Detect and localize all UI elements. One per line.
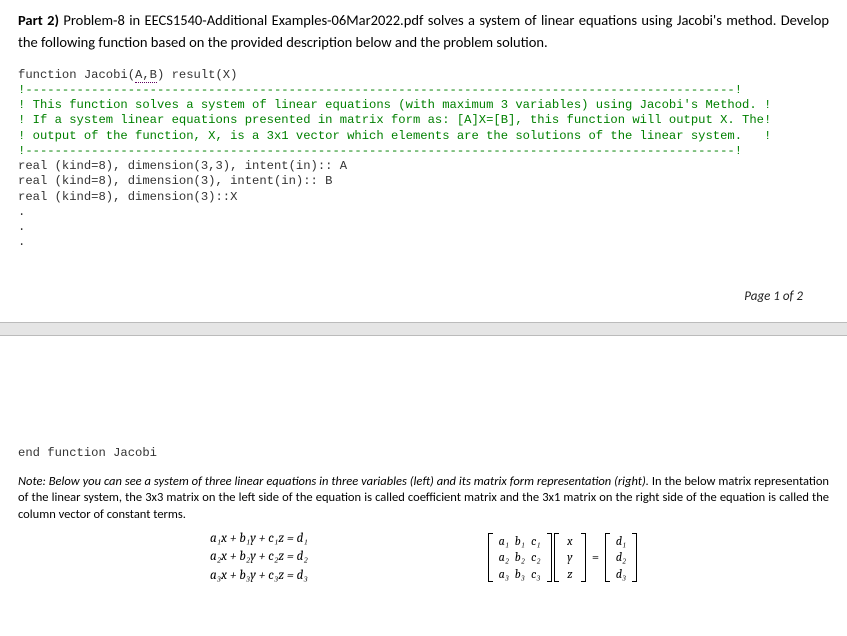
variable-vector: x y z bbox=[554, 533, 586, 582]
constant-vector: d₁ d₂ d₃ bbox=[605, 533, 637, 582]
note-italic-part: Note: Below you can see a system of thre… bbox=[18, 474, 649, 489]
comment-line-3: ! output of the function, X, is a 3x1 ve… bbox=[18, 129, 771, 143]
equation-row: a₁x + b₁y + c₁z = d₁ a₂x + b₂y + c₂z = d… bbox=[18, 530, 829, 585]
comment-line-2: ! If a system linear equations presented… bbox=[18, 113, 771, 127]
note-paragraph: Note: Below you can see a system of thre… bbox=[18, 474, 829, 525]
page-number: Page 1 of 2 bbox=[18, 251, 829, 304]
code-listing: function Jacobi(A,B) result(X) !--------… bbox=[18, 68, 829, 251]
part-label: Part 2) bbox=[18, 11, 59, 29]
bracket-right-icon bbox=[547, 533, 552, 582]
page-separator bbox=[0, 322, 847, 336]
coefficient-matrix: a₁b₁c₁ a₂b₂c₂ a₃b₃c₃ bbox=[488, 533, 552, 582]
linear-system-plain: a₁x + b₁y + c₁z = d₁ a₂x + b₂y + c₂z = d… bbox=[210, 530, 308, 585]
page-2-content: end function Jacobi Note: Below you can … bbox=[0, 336, 847, 585]
declaration-line: real (kind=8), dimension(3), intent(in):… bbox=[18, 174, 333, 188]
comment-divider: !---------------------------------------… bbox=[18, 83, 742, 97]
equation-line: a₁x + b₁y + c₁z = d₁ bbox=[210, 530, 308, 548]
ellipsis-dot: . bbox=[18, 205, 25, 219]
bracket-right-icon bbox=[632, 533, 637, 582]
bracket-right-icon bbox=[581, 533, 586, 582]
equals-sign: = bbox=[588, 550, 603, 565]
page-1-content: Part 2) Problem-8 in EECS1540-Additional… bbox=[0, 0, 847, 304]
fn-signature: function Jacobi(A,B) result(X) bbox=[18, 68, 237, 83]
equation-line: a₂x + b₂y + c₂z = d₂ bbox=[210, 548, 308, 566]
problem-body: Problem-8 in EECS1540-Additional Example… bbox=[18, 11, 829, 51]
matrix-form: a₁b₁c₁ a₂b₂c₂ a₃b₃c₃ x y z = d₁ bbox=[488, 533, 637, 582]
comment-line-1: ! This function solves a system of linea… bbox=[18, 98, 771, 112]
equation-line: a₃x + b₃y + c₃z = d₃ bbox=[210, 567, 308, 585]
ellipsis-dot: . bbox=[18, 220, 25, 234]
ellipsis-dot: . bbox=[18, 235, 25, 249]
end-function-line: end function Jacobi bbox=[18, 446, 829, 460]
declaration-line: real (kind=8), dimension(3,3), intent(in… bbox=[18, 159, 347, 173]
problem-statement: Part 2) Problem-8 in EECS1540-Additional… bbox=[18, 10, 829, 54]
declaration-line: real (kind=8), dimension(3)::X bbox=[18, 190, 237, 204]
comment-divider: !---------------------------------------… bbox=[18, 144, 742, 158]
